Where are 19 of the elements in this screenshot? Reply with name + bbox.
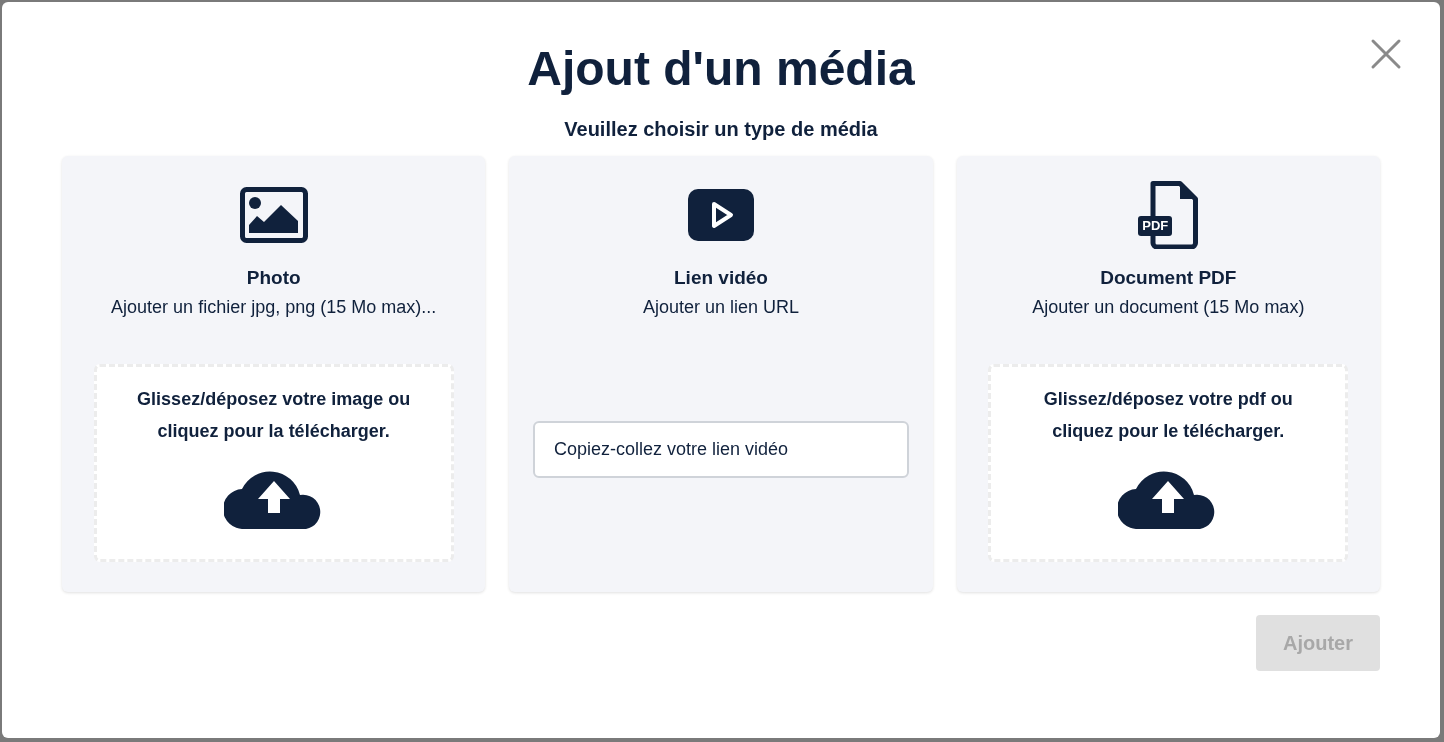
dropzone[interactable]: Glissez/déposez votre image ou cliquez pour la télécharger. (93, 364, 454, 562)
close-icon[interactable] (1370, 38, 1402, 70)
card-title: Document PDF (1100, 266, 1237, 290)
card-description: Ajouter un document (15 Mo max) (1032, 296, 1305, 318)
dropzone-text: Glissez/déposez votre image ou cliquez pour la télécharger. (136, 388, 412, 443)
media-type-card[interactable]: Lien vidéo Ajouter un lien URL Copiez-collez votre lien vidéo (509, 156, 933, 592)
dropzone-text: Glissez/déposez votre pdf ou cliquez pour le télécharger. (1042, 388, 1294, 443)
card-title: Photo (246, 266, 301, 290)
dropzone[interactable]: Glissez/déposez votre pdf ou cliquez pour le télécharger. (988, 364, 1349, 562)
dialog-title: Ajout d'un média (527, 41, 915, 97)
card-description: Ajouter un lien URL (642, 296, 800, 318)
video-play-icon (688, 189, 754, 241)
card-description: Ajouter un fichier jpg, png (15 Mo max)... (111, 296, 437, 318)
media-type-card[interactable]: Photo Ajouter un fichier jpg, png (15 Mo max)... Glissez/déposez votre image ou cliquez pour la télécharger. (62, 156, 486, 592)
dialog-subtitle: Veuillez choisir un type de média (564, 117, 878, 141)
card-title: Lien vidéo (674, 266, 768, 290)
image-icon (239, 187, 308, 243)
video-link-field[interactable]: Copiez-collez votre lien vidéo (533, 421, 909, 478)
media-type-card[interactable]: PDF Document PDF Ajouter un document (15 Mo max) Glissez/déposez votre pdf ou cliquez pour le télécharger. (956, 156, 1380, 592)
